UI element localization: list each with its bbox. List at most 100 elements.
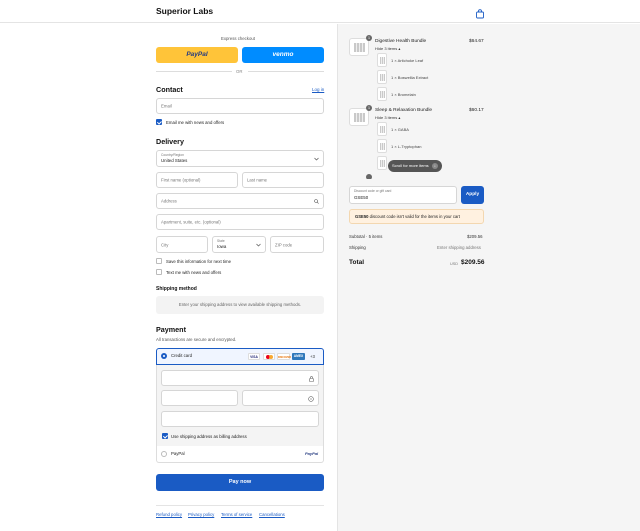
shipping-method-heading: Shipping method bbox=[156, 286, 197, 292]
apply-button[interactable]: Apply bbox=[461, 186, 484, 204]
help-icon[interactable] bbox=[308, 396, 314, 402]
city-placeholder: City bbox=[161, 242, 169, 247]
pay-now-button[interactable]: Pay now bbox=[156, 474, 324, 491]
bundle-item-thumbnail bbox=[377, 53, 387, 67]
card-number-field[interactable] bbox=[161, 370, 319, 386]
more-cards-badge: +3 bbox=[310, 354, 315, 359]
checkout-page: Superior Labs Express checkout PayPal ve… bbox=[0, 0, 640, 531]
credit-card-radio[interactable] bbox=[161, 353, 167, 359]
product-price: $64.67 bbox=[469, 39, 484, 44]
security-code-field[interactable] bbox=[242, 390, 319, 406]
state-value: Iowa bbox=[217, 244, 227, 249]
total-label: Total bbox=[349, 259, 365, 266]
terms-of-service-link[interactable]: Terms of service bbox=[221, 512, 252, 517]
hide-items-toggle[interactable]: Hide 3 items ▴ bbox=[375, 115, 400, 120]
search-icon bbox=[314, 199, 319, 204]
text-me-label: Text me with news and offers bbox=[166, 270, 222, 275]
mastercard-icon bbox=[263, 353, 275, 360]
venmo-logo: venmo bbox=[272, 51, 294, 58]
quantity-badge: 1 bbox=[366, 35, 372, 41]
footer-divider bbox=[156, 505, 324, 506]
brand-logo[interactable]: Superior Labs bbox=[156, 6, 213, 16]
city-field[interactable]: City bbox=[156, 236, 208, 253]
zip-field[interactable]: ZIP code bbox=[270, 236, 324, 253]
discount-code-field[interactable]: Discount code or gift card GSE50 bbox=[349, 186, 457, 204]
payment-heading: Payment bbox=[156, 325, 186, 334]
paypal-radio[interactable] bbox=[161, 451, 167, 457]
or-divider-label: OR bbox=[236, 69, 243, 74]
country-select[interactable]: Country/Region United States bbox=[156, 150, 324, 167]
hide-items-toggle[interactable]: Hide 3 items ▴ bbox=[375, 46, 400, 51]
hide-items-label: Hide 3 items bbox=[375, 46, 398, 51]
save-info-label: Save this information for next time bbox=[166, 259, 231, 264]
email-field[interactable]: Email bbox=[156, 98, 324, 114]
apartment-field[interactable]: Apartment, suite, etc. (optional) bbox=[156, 214, 324, 230]
chevron-up-icon: ▴ bbox=[398, 115, 401, 120]
shipping-value: Enter shipping address bbox=[437, 245, 481, 250]
login-link[interactable]: Log in bbox=[312, 87, 324, 92]
paypal-option-logo: PayPal bbox=[305, 451, 319, 456]
address-field[interactable]: Address bbox=[156, 193, 324, 209]
shipping-method-message: Enter your shipping address to view avai… bbox=[178, 302, 302, 307]
country-label: Country/Region bbox=[161, 153, 184, 157]
save-info-checkbox[interactable] bbox=[156, 258, 162, 264]
discount-error-banner: GSE50 discount code isn't valid for the … bbox=[349, 209, 484, 224]
subtotal-value: $209.56 bbox=[467, 234, 483, 239]
amex-icon: AMEX bbox=[292, 353, 305, 360]
last-name-field[interactable]: Last name bbox=[242, 172, 324, 188]
quantity-badge-overflow bbox=[366, 174, 372, 179]
bundle-item-thumbnail bbox=[377, 139, 387, 153]
expiration-field[interactable] bbox=[161, 390, 238, 406]
news-checkbox[interactable] bbox=[156, 119, 162, 125]
discover-icon: DISCOVER bbox=[277, 353, 291, 360]
order-items-overflow bbox=[349, 174, 486, 179]
email-placeholder: Email bbox=[161, 103, 172, 109]
shopping-bag-icon[interactable] bbox=[475, 6, 485, 19]
product-thumbnail bbox=[349, 38, 369, 56]
privacy-policy-link[interactable]: Privacy policy bbox=[188, 512, 214, 517]
paypal-logo: PayPal bbox=[186, 51, 208, 58]
visa-icon: VISA bbox=[248, 353, 260, 360]
product-thumbnail bbox=[349, 108, 369, 126]
cancellations-link[interactable]: Cancellations bbox=[259, 512, 285, 517]
zip-placeholder: ZIP code bbox=[275, 242, 293, 247]
text-me-checkbox[interactable] bbox=[156, 269, 162, 275]
divider bbox=[156, 71, 232, 72]
product-price: $60.17 bbox=[469, 108, 484, 113]
shipping-method-notice: Enter your shipping address to view avai… bbox=[156, 296, 324, 314]
apartment-placeholder: Apartment, suite, etc. (optional) bbox=[161, 219, 221, 225]
contact-heading: Contact bbox=[156, 85, 183, 94]
chevron-up-icon: ▴ bbox=[398, 46, 401, 51]
first-name-field[interactable]: First name (optional) bbox=[156, 172, 238, 188]
paypal-express-button[interactable]: PayPal bbox=[156, 47, 238, 63]
news-checkbox-label: Email me with news and offers bbox=[166, 120, 225, 125]
credit-card-label: Credit card bbox=[171, 353, 193, 358]
state-select[interactable]: State Iowa bbox=[212, 236, 266, 253]
divider bbox=[248, 71, 324, 72]
bundle-item: 1 × Bromelain bbox=[391, 92, 416, 97]
name-on-card-field[interactable] bbox=[161, 411, 319, 427]
currency-label: USD bbox=[450, 262, 459, 266]
top-bar: Superior Labs bbox=[0, 0, 640, 23]
scroll-for-more-button[interactable]: Scroll for more items ↓ bbox=[388, 160, 442, 172]
bundle-item-thumbnail bbox=[377, 70, 387, 84]
scroll-hint-label: Scroll for more items bbox=[392, 163, 429, 168]
country-value: United States bbox=[161, 158, 188, 163]
pay-now-label: Pay now bbox=[228, 479, 252, 485]
quantity-badge: 1 bbox=[366, 105, 372, 111]
bundle-item: 1 × GABA bbox=[391, 127, 409, 132]
bundle-item: 1 × Boswellia Extract bbox=[391, 75, 429, 80]
subtotal-label: Subtotal · 5 items bbox=[349, 234, 383, 239]
first-name-placeholder: First name (optional) bbox=[161, 177, 201, 183]
venmo-express-button[interactable]: venmo bbox=[242, 47, 324, 63]
total-value: $209.56 bbox=[461, 259, 485, 266]
chevron-down-icon bbox=[314, 157, 319, 161]
billing-same-checkbox[interactable] bbox=[162, 433, 168, 439]
refund-policy-link[interactable]: Refund policy bbox=[156, 512, 182, 517]
product-name: Digestive Health Bundle bbox=[375, 39, 427, 44]
payment-subtitle: All transactions are secure and encrypte… bbox=[156, 337, 237, 342]
discount-error-code: GSE50 bbox=[355, 214, 369, 219]
shipping-label: Shipping bbox=[349, 245, 366, 250]
bundle-item-thumbnail bbox=[377, 122, 387, 136]
apply-label: Apply bbox=[465, 192, 480, 197]
